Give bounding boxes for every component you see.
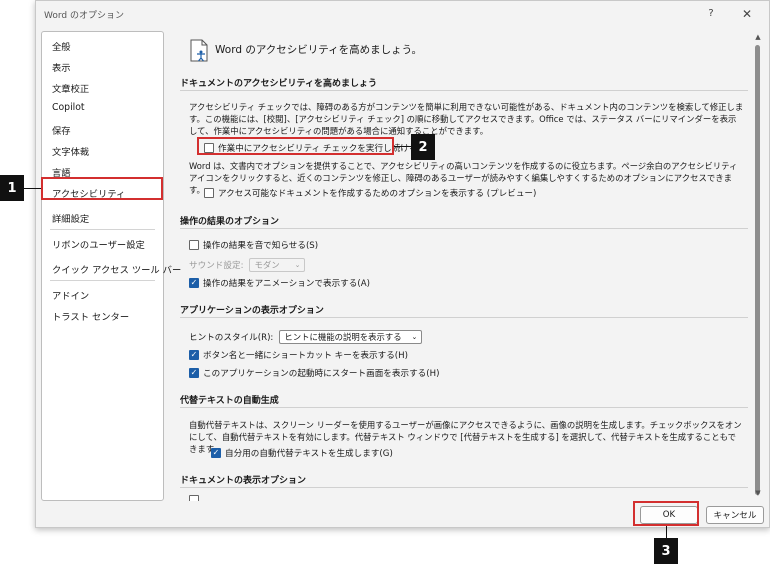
- sidebar-item-trust-center[interactable]: トラスト センター: [52, 309, 129, 323]
- sidebar-item-quick-access[interactable]: クイック アクセス ツール バー: [52, 262, 181, 276]
- scroll-down-arrow-icon[interactable]: ▼: [753, 489, 763, 497]
- section-divider: [180, 90, 748, 91]
- help-button[interactable]: ?: [703, 6, 719, 22]
- shortcut-keys-option[interactable]: ✓ ボタン名と一緒にショートカット キーを表示する(H): [189, 349, 408, 361]
- accessibility-document-icon: [190, 39, 208, 62]
- title-bar: Word のオプション ? ✕: [36, 1, 769, 27]
- section-divider: [180, 407, 748, 408]
- show-options-label: アクセス可能なドキュメントを作成するためのオプションを表示する (プレビュー): [218, 189, 537, 199]
- start-screen-checkbox[interactable]: ✓: [189, 368, 199, 378]
- show-options-option[interactable]: アクセス可能なドキュメントを作成するためのオプションを表示する (プレビュー): [204, 187, 536, 199]
- cancel-button[interactable]: キャンセル: [706, 506, 764, 524]
- sidebar-divider: [50, 229, 155, 230]
- start-screen-option[interactable]: ✓ このアプリケーションの起動時にスタート画面を表示する(H): [189, 367, 439, 379]
- pane-title: Word のアクセシビリティを高めましょう。: [215, 44, 423, 56]
- highlight-keep-checker: [197, 137, 394, 155]
- callout-badge-2: 2: [411, 134, 435, 160]
- sound-setting-select[interactable]: モダン ⌄: [249, 258, 306, 272]
- sidebar-item-addins[interactable]: アドイン: [52, 288, 89, 302]
- animation-feedback-label: 操作の結果をアニメーションで表示する(A): [203, 279, 370, 289]
- callout-leader: [24, 188, 41, 189]
- section-divider: [180, 228, 748, 229]
- sidebar-item-display[interactable]: 表示: [52, 60, 71, 74]
- accessibility-pane: Word のアクセシビリティを高めましょう。 ドキュメントのアクセシビリティを高…: [173, 31, 758, 501]
- category-sidebar: 全般 表示 文章校正 Copilot 保存 文字体裁 言語 アクセシビリティ 詳…: [41, 31, 181, 501]
- show-options-checkbox[interactable]: [204, 188, 214, 198]
- sidebar-item-proofing[interactable]: 文章校正: [52, 81, 89, 95]
- chevron-down-icon: ⌄: [411, 333, 418, 341]
- sound-setting-value: モダン: [254, 260, 280, 270]
- tooltip-style-select[interactable]: ヒントに機能の説明を表示する ⌄: [279, 330, 423, 344]
- auto-alt-text-label: 自分用の自動代替テキストを生成します(G): [225, 449, 393, 459]
- sound-feedback-label: 操作の結果を音で知らせる(S): [203, 241, 319, 251]
- highlight-accessibility: [41, 177, 163, 200]
- section-divider: [180, 487, 748, 488]
- shortcut-keys-checkbox[interactable]: ✓: [189, 350, 199, 360]
- callout-badge-3: 3: [654, 538, 678, 564]
- options-dialog: Word のオプション ? ✕ 全般 表示 文章校正 Copilot 保存 文字…: [35, 0, 770, 528]
- animation-feedback-checkbox[interactable]: ✓: [189, 278, 199, 288]
- auto-alt-text-checkbox[interactable]: ✓: [211, 448, 221, 458]
- section-heading: アプリケーションの表示オプション: [180, 306, 324, 316]
- highlight-ok: [633, 501, 699, 526]
- section-heading: 操作の結果のオプション: [180, 217, 280, 227]
- section-heading: ドキュメントのアクセシビリティを高めましょう: [180, 79, 378, 89]
- callout-leader: [666, 526, 667, 538]
- start-screen-label: このアプリケーションの起動時にスタート画面を表示する(H): [203, 369, 440, 379]
- window-title: Word のオプション: [44, 11, 124, 21]
- callout-leader: [394, 146, 411, 147]
- callout-badge-1: 1: [0, 175, 24, 201]
- sound-setting-row: サウンド設定: モダン ⌄: [189, 258, 306, 272]
- section-heading: ドキュメントの表示オプション: [180, 476, 307, 486]
- animation-feedback-option[interactable]: ✓ 操作の結果をアニメーションで表示する(A): [189, 277, 370, 289]
- section-divider: [180, 317, 748, 318]
- sidebar-divider: [50, 280, 155, 281]
- tooltip-style-value: ヒントに機能の説明を表示する: [284, 332, 402, 342]
- close-button[interactable]: ✕: [739, 6, 755, 22]
- sidebar-item-copilot[interactable]: Copilot: [52, 102, 85, 113]
- tooltip-style-row: ヒントのスタイル(R): ヒントに機能の説明を表示する ⌄: [189, 330, 423, 344]
- scroll-up-arrow-icon[interactable]: ▲: [753, 33, 763, 41]
- partially-hidden-option[interactable]: [189, 495, 203, 501]
- sound-feedback-option[interactable]: 操作の結果を音で知らせる(S): [189, 239, 318, 251]
- partially-hidden-checkbox[interactable]: [189, 495, 199, 501]
- tooltip-style-label: ヒントのスタイル(R):: [189, 333, 274, 343]
- sidebar-item-save[interactable]: 保存: [52, 123, 71, 137]
- sound-feedback-checkbox[interactable]: [189, 240, 199, 250]
- sound-setting-label: サウンド設定:: [189, 261, 244, 271]
- auto-alt-text-option[interactable]: ✓ 自分用の自動代替テキストを生成します(G): [211, 447, 393, 459]
- vertical-scrollbar[interactable]: ▲ ▼: [753, 31, 763, 501]
- checker-description: アクセシビリティ チェックでは、障碍のある方がコンテンツを簡単に利用できない可能…: [189, 102, 744, 136]
- sidebar-item-typography[interactable]: 文字体裁: [52, 144, 89, 158]
- scroll-thumb[interactable]: [755, 45, 760, 495]
- sidebar-item-advanced[interactable]: 詳細設定: [52, 211, 89, 225]
- section-heading: 代替テキストの自動生成: [180, 396, 279, 406]
- chevron-down-icon: ⌄: [294, 261, 301, 269]
- sidebar-item-general[interactable]: 全般: [52, 39, 71, 53]
- shortcut-keys-label: ボタン名と一緒にショートカット キーを表示する(H): [203, 351, 408, 361]
- sidebar-item-ribbon[interactable]: リボンのユーザー設定: [52, 237, 145, 251]
